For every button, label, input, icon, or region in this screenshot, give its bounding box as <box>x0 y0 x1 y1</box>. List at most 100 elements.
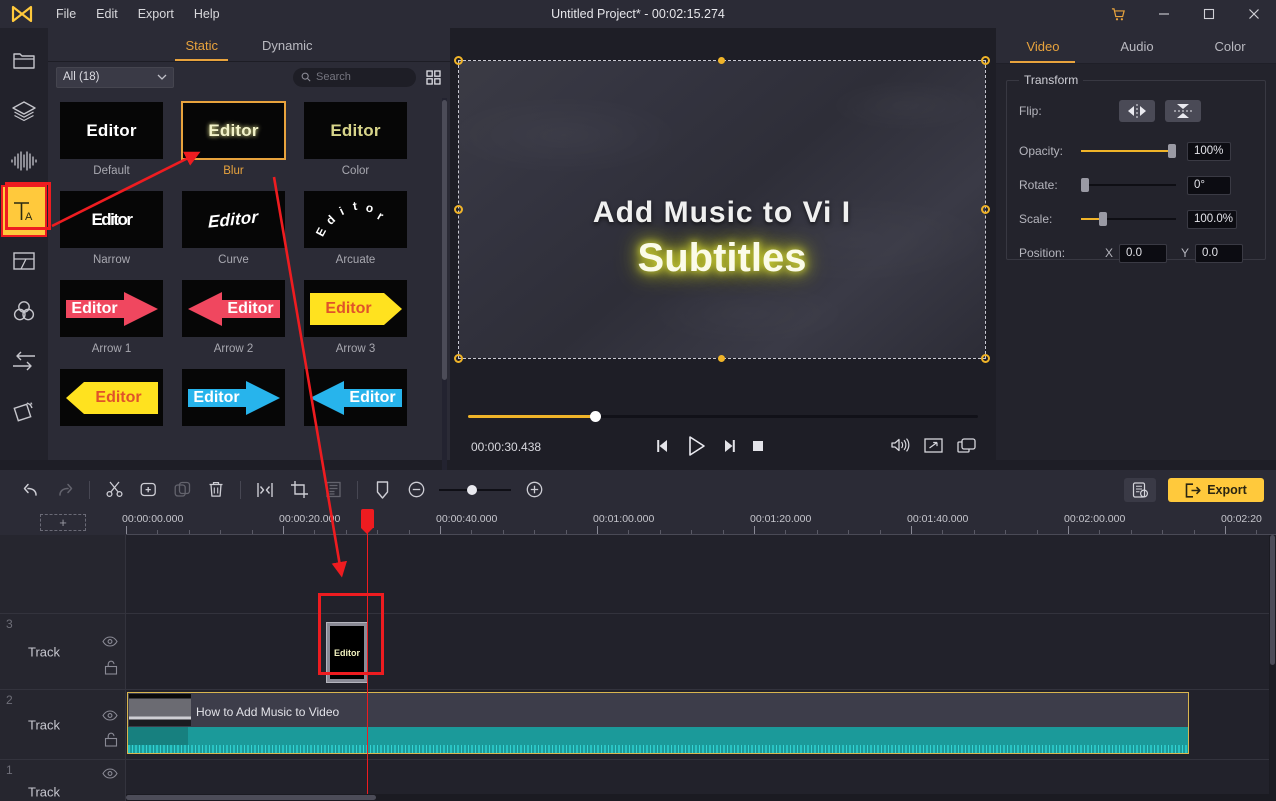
zoom-knob[interactable] <box>467 484 477 495</box>
zoom-in-button[interactable] <box>517 473 551 507</box>
preset-arrow-1[interactable]: Editor Arrow 1 <box>60 280 163 355</box>
tab-video[interactable]: Video <box>1010 30 1076 63</box>
track-header-1[interactable]: 1 Track <box>0 760 126 801</box>
track-header-2[interactable]: 2 Track <box>0 690 126 759</box>
track-header-3[interactable]: 3 Track <box>0 614 126 689</box>
menu-help[interactable]: Help <box>184 0 230 28</box>
menu-file[interactable]: File <box>46 0 86 28</box>
preset-narrow[interactable]: Editor Narrow <box>60 191 163 266</box>
handle-mid-left[interactable] <box>454 205 463 214</box>
maximize-button[interactable] <box>1186 0 1231 28</box>
menu-edit[interactable]: Edit <box>86 0 128 28</box>
tab-dynamic[interactable]: Dynamic <box>258 30 317 60</box>
timeline-hscrollbar[interactable] <box>126 794 1276 801</box>
rail-item-overlays[interactable] <box>2 236 46 286</box>
handle-top-center[interactable] <box>718 57 725 64</box>
next-frame-button[interactable] <box>721 438 737 457</box>
track-lane-2[interactable]: How to Add Music to Video <box>126 690 1276 759</box>
preset-arrow-4[interactable]: Editor <box>60 369 163 432</box>
preset-color[interactable]: Editor Color <box>304 102 407 177</box>
timeline-vscrollbar[interactable] <box>1269 535 1276 794</box>
handle-bottom-center[interactable] <box>718 355 725 362</box>
timeline-hscrollbar-thumb[interactable] <box>126 795 376 800</box>
rotate-slider[interactable] <box>1081 178 1176 192</box>
handle-mid-right[interactable] <box>981 205 990 214</box>
unlock-icon[interactable] <box>104 732 118 750</box>
flip-vertical-icon[interactable] <box>1165 100 1201 122</box>
tab-color[interactable]: Color <box>1202 30 1257 62</box>
volume-button[interactable] <box>890 437 910 456</box>
timeline-zoom-slider[interactable] <box>439 483 511 497</box>
preset-arrow-5[interactable]: Editor <box>182 369 285 432</box>
eye-icon[interactable] <box>102 636 118 650</box>
preview-progress-bar[interactable] <box>468 410 978 422</box>
fullscreen-button[interactable] <box>924 437 943 456</box>
progress-knob[interactable] <box>590 411 601 422</box>
preset-list[interactable]: Editor Default Editor Blur Editor Color … <box>48 94 450 460</box>
category-select[interactable]: All (18) <box>56 66 174 88</box>
grid-view-icon[interactable] <box>424 68 442 86</box>
opacity-knob[interactable] <box>1168 144 1176 158</box>
menu-export[interactable]: Export <box>128 0 184 28</box>
rail-item-transitions[interactable] <box>2 336 46 386</box>
scale-slider[interactable] <box>1081 212 1176 226</box>
zoom-out-button[interactable] <box>399 473 433 507</box>
preset-default[interactable]: Editor Default <box>60 102 163 177</box>
add-marker-button[interactable] <box>131 473 165 507</box>
preset-blur[interactable]: Editor Blur <box>181 101 286 177</box>
rail-item-effects[interactable] <box>2 86 46 136</box>
scale-value[interactable]: 100.0% <box>1187 209 1237 229</box>
crop-button[interactable] <box>282 473 316 507</box>
unlock-icon[interactable] <box>104 660 118 678</box>
rail-item-filters[interactable] <box>2 286 46 336</box>
rail-item-audio[interactable] <box>2 136 46 186</box>
prev-frame-button[interactable] <box>655 438 671 457</box>
handle-bottom-left[interactable] <box>454 354 463 363</box>
video-preview[interactable]: Add Music to Vi I Subtitles <box>454 56 990 363</box>
rail-item-motion[interactable] <box>2 386 46 436</box>
play-button[interactable] <box>685 435 707 460</box>
video-clip[interactable]: How to Add Music to Video <box>127 692 1189 754</box>
add-track-button[interactable]: + <box>40 514 86 531</box>
search-input[interactable]: Search <box>293 67 416 87</box>
tab-static[interactable]: Static <box>175 30 228 61</box>
track-lane-3[interactable]: Editor <box>126 614 1276 689</box>
preset-arrow-6[interactable]: Editor <box>304 369 407 432</box>
position-y-input[interactable]: 0.0 <box>1195 243 1244 263</box>
library-scrollbar-thumb[interactable] <box>442 100 447 380</box>
preset-curve[interactable]: Editor Curve <box>182 191 285 266</box>
ruler-ticks-area[interactable]: 00:00:00.000 00:00:20.000 00:00:40.000 0… <box>122 509 1276 535</box>
rail-item-media-library[interactable] <box>2 36 46 86</box>
eye-icon[interactable] <box>102 768 118 782</box>
flip-horizontal-icon[interactable] <box>1119 100 1155 122</box>
handle-top-right[interactable] <box>981 56 990 65</box>
scale-knob[interactable] <box>1099 212 1107 226</box>
preset-arrow-2[interactable]: Editor Arrow 2 <box>182 280 285 355</box>
timeline-vscrollbar-thumb[interactable] <box>1270 535 1275 665</box>
minimize-button[interactable] <box>1141 0 1186 28</box>
cart-icon[interactable] <box>1096 0 1141 28</box>
mirror-button[interactable] <box>248 473 282 507</box>
playhead-handle[interactable] <box>361 509 374 534</box>
snapshot-button[interactable] <box>957 437 976 456</box>
timeline-ruler[interactable]: + 00:00:00.000 00:00:20.000 00:00:40.000… <box>0 509 1276 535</box>
split-button[interactable] <box>97 473 131 507</box>
eye-icon[interactable] <box>102 710 118 724</box>
position-x-input[interactable]: 0.0 <box>1119 243 1168 263</box>
stop-button[interactable] <box>751 439 765 456</box>
render-preview-button[interactable] <box>1124 478 1156 502</box>
handle-top-left[interactable] <box>454 56 463 65</box>
rotate-knob[interactable] <box>1081 178 1089 192</box>
delete-button[interactable] <box>199 473 233 507</box>
export-button[interactable]: Export <box>1168 478 1264 502</box>
opacity-slider[interactable] <box>1081 144 1176 158</box>
preset-arcuate[interactable]: E d i t o r Arcuate <box>304 191 407 266</box>
marker-button[interactable] <box>365 473 399 507</box>
opacity-value[interactable]: 100% <box>1187 141 1231 161</box>
handle-bottom-right[interactable] <box>981 354 990 363</box>
close-button[interactable] <box>1231 0 1276 28</box>
undo-button[interactable] <box>14 473 48 507</box>
preset-arrow-3[interactable]: Editor Arrow 3 <box>304 280 407 355</box>
tab-audio[interactable]: Audio <box>1108 30 1165 62</box>
rotate-value[interactable]: 0° <box>1187 175 1231 195</box>
